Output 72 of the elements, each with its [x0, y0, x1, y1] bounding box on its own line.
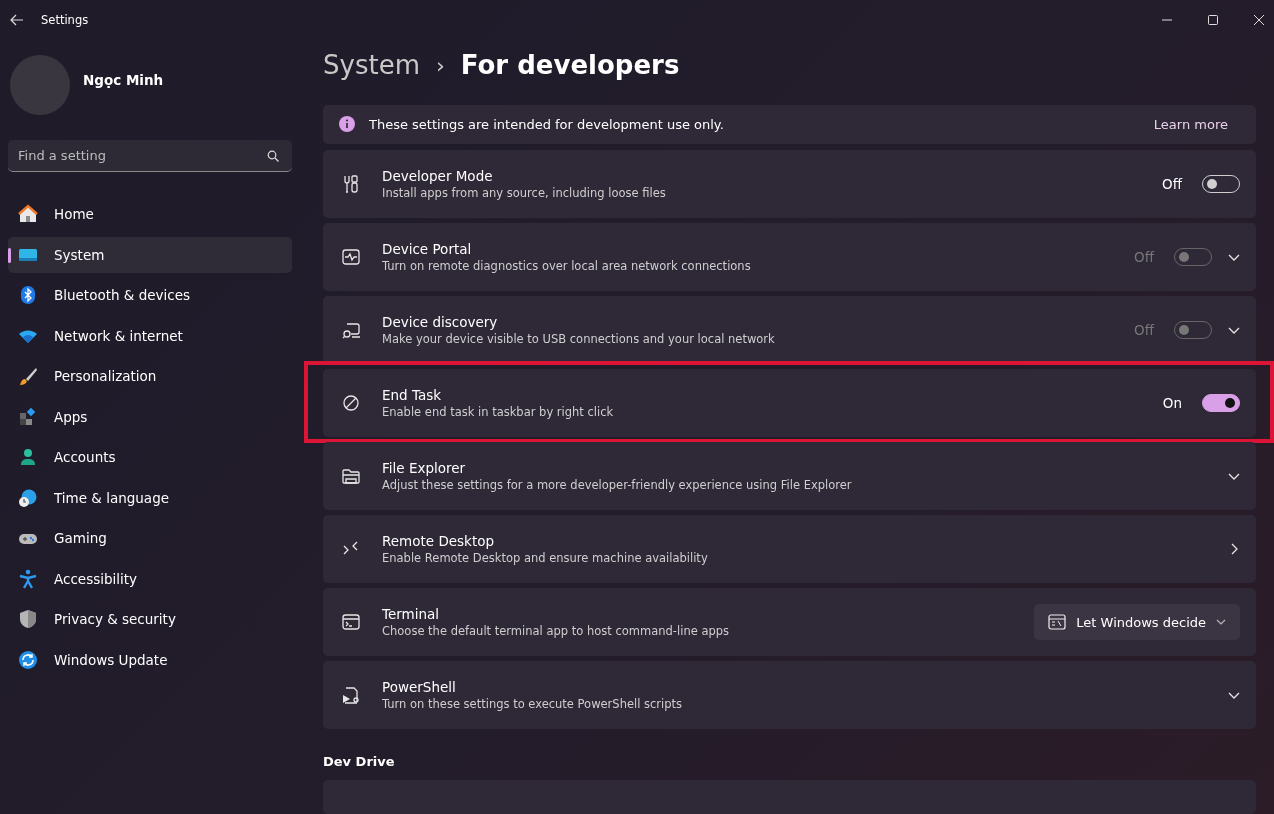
setting-title: Device discovery	[382, 314, 499, 331]
nav-item[interactable]: Home	[8, 196, 292, 233]
nav-item[interactable]: Privacy & security	[8, 601, 292, 638]
nav-item[interactable]: Personalization	[8, 358, 292, 395]
setting-row[interactable]: End Task Enable end task in taskbar by right click On	[323, 369, 1256, 438]
setting-title: End Task	[382, 387, 443, 404]
paintbrush-icon	[18, 366, 38, 387]
terminal-icon	[341, 612, 361, 633]
toggle-state-label: On	[1162, 395, 1182, 412]
setting-description: Adjust these settings for a more developer-friendly experience using File Explorer	[382, 478, 853, 493]
setting-title: File Explorer	[382, 460, 467, 477]
nav-item[interactable]: Network & internet	[8, 317, 292, 354]
person-icon	[18, 447, 38, 468]
dropdown[interactable]: Let Windows decide	[1034, 604, 1240, 641]
breadcrumb-link[interactable]: System	[323, 50, 420, 81]
toggle-state-label: Off	[1162, 176, 1182, 193]
section-heading: Dev Drive	[323, 754, 396, 770]
setting-description: Make your device visible to USB connections and your local network	[382, 332, 776, 347]
setting-description: Turn on remote diagnostics over local area network connections	[382, 259, 752, 274]
setting-title: Remote Desktop	[382, 533, 496, 550]
toggle-state-label: Off	[1134, 322, 1154, 339]
setting-description: Choose the default terminal app to host command-line apps	[382, 624, 731, 639]
nav-item[interactable]: Windows Update	[8, 641, 292, 678]
setting-row[interactable]: PowerShell Turn on these settings to execute PowerShell scripts	[323, 661, 1256, 730]
home-icon	[18, 204, 38, 225]
info-text: These settings are intended for development use only.	[369, 116, 724, 132]
maximize-icon[interactable]	[1208, 15, 1218, 25]
setting-title: Terminal	[382, 606, 441, 623]
nav-item[interactable]: Time & language	[8, 479, 292, 516]
setting-description: Turn on these settings to execute PowerShell scripts	[382, 697, 684, 712]
nav-item[interactable]: Bluetooth & devices	[8, 277, 292, 314]
selection-indicator	[8, 247, 11, 263]
user-name: Ngọc Minh	[83, 72, 164, 88]
close-icon[interactable]	[1254, 15, 1264, 25]
setting-row[interactable]: Remote Desktop Enable Remote Desktop and ensure machine availability	[323, 515, 1256, 584]
learn-more-link[interactable]: Learn more	[1153, 116, 1228, 132]
info-icon	[339, 116, 355, 133]
shield-icon	[18, 609, 38, 630]
apps-icon	[18, 406, 38, 427]
prohibited-icon	[341, 393, 361, 414]
toggle-switch[interactable]	[1202, 394, 1240, 413]
setting-description: Install apps from any source, including loose files	[382, 186, 667, 201]
nav-item[interactable]: Apps	[8, 398, 292, 435]
breadcrumb-separator: ›	[435, 52, 445, 78]
monitor-search-icon	[341, 320, 361, 341]
toggle-state-label: Off	[1134, 249, 1154, 266]
window-title: Settings	[41, 13, 89, 27]
search-field[interactable]: Find a setting	[8, 140, 292, 172]
setting-row[interactable]: Terminal Choose the default terminal app to host command-line apps Let Windows decide	[323, 588, 1256, 657]
setting-row[interactable]: File Explorer Adjust these settings for a more developer-friendly experience using File Explorer	[323, 442, 1256, 511]
nav-item[interactable]: Accessibility	[8, 560, 292, 597]
nav-item[interactable]: System	[8, 236, 292, 273]
setting-title: Developer Mode	[382, 168, 494, 185]
globe-clock-icon	[18, 487, 38, 508]
page-title: For developers	[460, 50, 680, 81]
setting-description: Enable Remote Desktop and ensure machine availability	[382, 551, 709, 566]
pulse-monitor-icon	[341, 247, 361, 268]
nav-item[interactable]: Accounts	[8, 439, 292, 476]
setting-title: PowerShell	[382, 679, 457, 696]
refresh-icon	[18, 649, 38, 670]
setting-description: Enable end task in taskbar by right click	[382, 405, 615, 420]
tools-icon	[341, 174, 361, 195]
powershell-icon	[341, 685, 361, 706]
setting-row[interactable]: Developer Mode Install apps from any source, including loose files Off	[323, 150, 1256, 219]
terminal-app-icon	[1048, 613, 1067, 632]
folder-icon	[341, 466, 361, 487]
search-icon[interactable]	[267, 150, 279, 162]
bluetooth-icon	[18, 285, 38, 306]
back-arrow-icon[interactable]	[10, 14, 24, 26]
nav-item[interactable]: Gaming	[8, 520, 292, 557]
setting-title: Device Portal	[382, 241, 473, 258]
accessibility-icon	[18, 568, 38, 589]
